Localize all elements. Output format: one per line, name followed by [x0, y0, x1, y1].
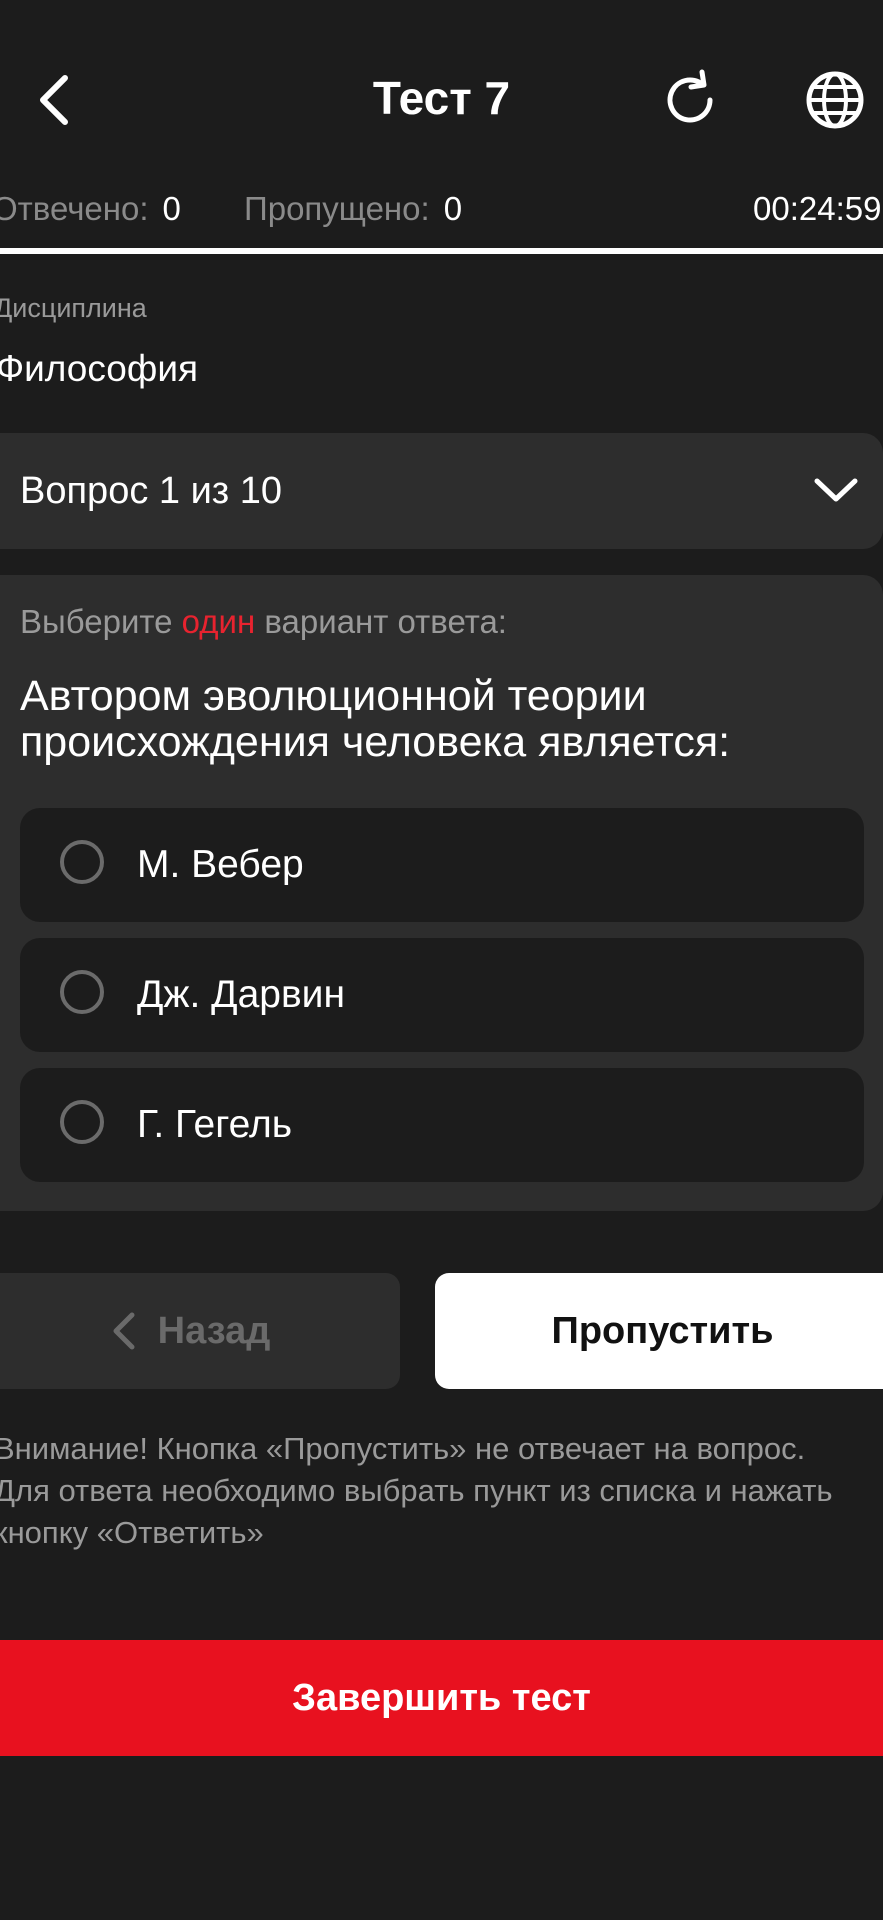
- radio-icon[interactable]: [60, 970, 104, 1014]
- answer-option[interactable]: Дж. Дарвин: [20, 938, 864, 1052]
- answer-instruction: Выберите один вариант ответа:: [20, 600, 507, 644]
- language-button[interactable]: [795, 60, 875, 140]
- skipped-value: 0: [443, 190, 463, 227]
- progress-fill: [0, 248, 883, 254]
- radio-icon[interactable]: [60, 1100, 104, 1144]
- refresh-button[interactable]: [650, 60, 730, 140]
- previous-question-label: Назад: [157, 1309, 271, 1352]
- page-title: Тест 7: [372, 72, 511, 124]
- finish-test-button[interactable]: Завершить тест: [0, 1640, 883, 1756]
- answer-option-label: Г. Гегель: [137, 1103, 293, 1146]
- chevron-down-icon: [806, 460, 866, 520]
- answer-option-label: Дж. Дарвин: [137, 973, 346, 1016]
- answered-value: 0: [162, 190, 181, 227]
- instruction-highlight: один: [181, 603, 256, 640]
- answer-option[interactable]: М. Вебер: [20, 808, 864, 922]
- discipline-value: Философия: [0, 348, 199, 389]
- radio-icon[interactable]: [60, 840, 104, 884]
- back-button[interactable]: [18, 60, 88, 140]
- question-text: Автором эволюционной теории происхождени…: [20, 672, 731, 766]
- question-selector-label: Вопрос 1 из 10: [20, 470, 283, 512]
- skipped-label: Пропущено:: [244, 190, 430, 227]
- refresh-icon: [667, 69, 713, 123]
- skip-button[interactable]: Пропустить: [435, 1273, 883, 1389]
- previous-question-button[interactable]: Назад: [0, 1273, 400, 1389]
- skip-button-label: Пропустить: [551, 1310, 774, 1352]
- discipline-label: Дисциплина: [0, 293, 147, 323]
- skip-notice: Внимание! Кнопка «Пропустить» не отвечае…: [0, 1431, 833, 1550]
- answered-label: Отвечено:: [0, 190, 149, 227]
- instruction-text-end: вариант ответа:: [255, 603, 507, 640]
- globe-icon: [806, 71, 864, 129]
- answer-option[interactable]: Г. Гегель: [20, 1068, 864, 1182]
- answered-counter: Отвечено: 0: [0, 186, 181, 232]
- chevron-left-icon: [40, 75, 68, 125]
- progress-bar: [0, 248, 883, 254]
- skipped-counter: Пропущено: 0: [244, 186, 462, 232]
- finish-test-label: Завершить тест: [292, 1677, 591, 1719]
- instruction-text: Выберите: [20, 603, 182, 640]
- timer: 00:24:59: [753, 190, 882, 227]
- chevron-left-icon: [113, 1312, 135, 1350]
- answer-option-label: М. Вебер: [137, 843, 304, 886]
